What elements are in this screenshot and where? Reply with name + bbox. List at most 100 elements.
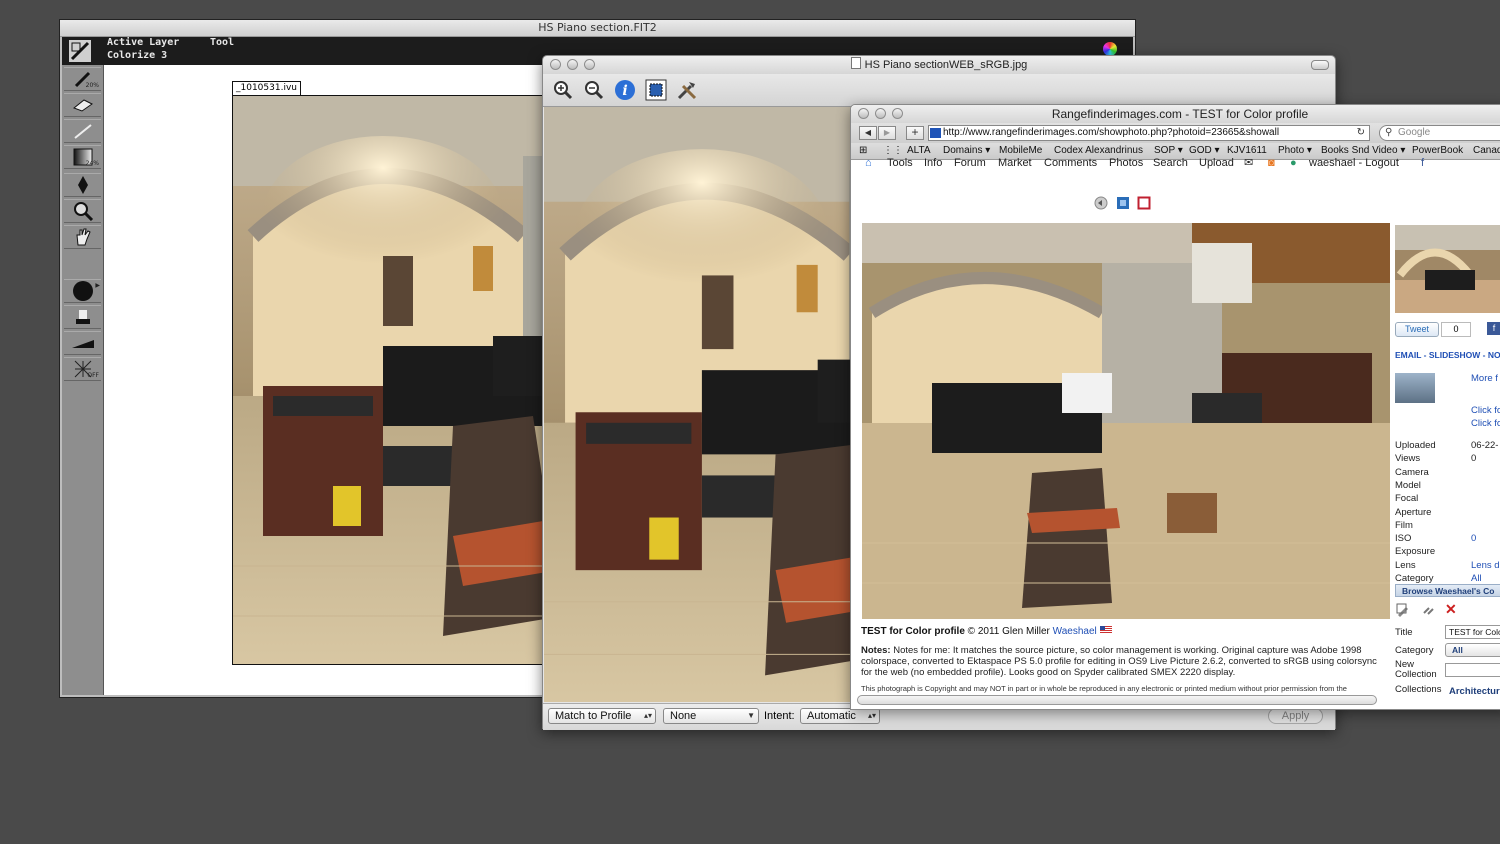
info-button[interactable]: i	[614, 79, 636, 101]
reload-icon[interactable]: ↻	[1357, 126, 1365, 140]
detail-value[interactable]: Lens d	[1471, 560, 1500, 571]
globe-icon[interactable]: ●	[1290, 158, 1297, 169]
browse-bar[interactable]: Browse Waeshael's Co	[1395, 584, 1500, 597]
zoom-button[interactable]	[584, 59, 595, 70]
eraser-tool[interactable]	[64, 93, 101, 117]
toolbar-toggle-button[interactable]	[1311, 60, 1329, 70]
address-field[interactable]: http://www.rangefinderimages.com/showpho…	[928, 125, 1370, 141]
gradient-tool[interactable]: 24%	[64, 145, 101, 169]
church-photo-main[interactable]	[862, 223, 1390, 619]
intent-select[interactable]: Automatic ▴▾	[800, 708, 880, 724]
detail-value: 06-22-	[1471, 440, 1499, 451]
nav-search[interactable]: Search	[1153, 158, 1188, 169]
facebook-share-icon[interactable]: f	[1487, 322, 1500, 335]
window-controls	[550, 59, 595, 70]
nav-upload[interactable]: Upload	[1199, 158, 1234, 169]
detail-label: Lens	[1395, 559, 1416, 571]
close-button[interactable]	[858, 108, 869, 119]
new-collection-input[interactable]	[1445, 663, 1500, 677]
horizontal-scrollbar[interactable]	[857, 695, 1377, 705]
search-field[interactable]: ⚲ Google	[1379, 125, 1500, 141]
prev-photo-button[interactable]	[1094, 196, 1108, 215]
apply-button[interactable]: Apply	[1268, 708, 1323, 724]
title-input[interactable]: TEST for Colo	[1445, 625, 1500, 639]
tweet-button[interactable]: Tweet	[1395, 322, 1439, 337]
select-button[interactable]	[645, 79, 667, 101]
copyright-line: © 2011 Glen Miller	[967, 626, 1050, 637]
color-circle-icon	[72, 281, 93, 301]
zoom-in-button[interactable]	[552, 79, 574, 101]
updown-icon: ▴▾	[867, 711, 876, 720]
back-button[interactable]: ◀	[859, 126, 877, 140]
facebook-icon[interactable]: f	[1421, 158, 1424, 169]
home-icon[interactable]: ⌂	[865, 158, 872, 169]
match-select[interactable]: Match to Profile ▴▾	[548, 708, 656, 724]
hand-tool[interactable]	[64, 225, 101, 249]
email-slideshow-link[interactable]: EMAIL - SLIDESHOW - NOT	[1395, 350, 1500, 360]
copyright-notice: This photograph is Copyright and may NOT…	[861, 684, 1347, 693]
profile-select[interactable]: None ▼	[663, 708, 759, 724]
brush-tool[interactable]: 20%	[64, 67, 101, 91]
dropper-tool[interactable]	[64, 173, 101, 197]
category-label: Category	[1395, 645, 1434, 656]
nav-forum[interactable]: Forum	[954, 158, 986, 169]
effects-state: OFF	[87, 372, 99, 379]
tweet-count: 0	[1441, 322, 1471, 337]
effects-tool[interactable]: OFF	[64, 357, 101, 381]
updown-icon: ▴▾	[643, 711, 652, 720]
detail-label: Camera	[1395, 466, 1429, 478]
rss-icon[interactable]: ◙	[1268, 158, 1275, 169]
pen-tool[interactable]	[64, 119, 101, 143]
nav-photos[interactable]: Photos	[1109, 158, 1143, 169]
nav-logout[interactable]: waeshael - Logout	[1309, 158, 1399, 169]
detail-value[interactable]: 0	[1471, 533, 1476, 544]
edit-icon[interactable]	[1396, 603, 1410, 622]
click-link-2[interactable]: Click fo	[1471, 418, 1500, 429]
square-icon	[1137, 196, 1151, 210]
close-button[interactable]	[550, 59, 561, 70]
forward-button[interactable]: ▶	[878, 126, 896, 140]
nav-tools[interactable]: Tools	[887, 158, 913, 169]
category-select[interactable]: All	[1445, 643, 1500, 657]
link-icon[interactable]	[1421, 603, 1437, 622]
nav-info[interactable]: Info	[924, 158, 942, 169]
delete-icon[interactable]: ✕	[1445, 601, 1457, 618]
color-swatch[interactable]: ▶	[64, 279, 101, 303]
detail-value[interactable]: All	[1471, 573, 1482, 584]
web-page: ⌂ Tools Info Forum Market Comments Photo…	[851, 158, 1500, 697]
envelope-icon[interactable]: ✉	[1244, 158, 1253, 169]
nav-market[interactable]: Market	[998, 158, 1032, 169]
search-placeholder: Google	[1398, 127, 1431, 138]
bookmark-item[interactable]: PowerBook	[1412, 143, 1463, 159]
info-icon: i	[615, 80, 635, 100]
zoom-out-button[interactable]	[583, 79, 605, 101]
preview-title: HS Piano sectionWEB_sRGB.jpg	[864, 59, 1028, 71]
zoom-tool[interactable]	[64, 199, 101, 223]
click-link-1[interactable]: Click fo	[1471, 405, 1500, 416]
nav-comments[interactable]: Comments	[1044, 158, 1097, 169]
select-icon	[645, 79, 667, 101]
minimize-button[interactable]	[567, 59, 578, 70]
adjust-button[interactable]	[676, 79, 698, 101]
author-link[interactable]: Waeshael	[1053, 626, 1097, 637]
zoom-button[interactable]	[892, 108, 903, 119]
collections-value[interactable]: Architecture	[1449, 686, 1500, 697]
new-collection-label: New Collection	[1395, 659, 1437, 680]
detail-label: Focal	[1395, 493, 1419, 505]
add-bookmark-button[interactable]: +	[906, 126, 924, 140]
forward-arrow-icon: ▶	[883, 128, 891, 137]
bookmark-item[interactable]: Canad	[1473, 143, 1500, 159]
slideshow-button[interactable]	[1116, 196, 1130, 215]
document-icon	[850, 57, 861, 69]
svg-text:i: i	[622, 83, 627, 99]
back-circle-icon	[1094, 196, 1108, 210]
user-avatar[interactable]	[1395, 373, 1435, 403]
minimize-button[interactable]	[875, 108, 886, 119]
stamp-tool[interactable]	[64, 305, 101, 329]
thumbnail-photo[interactable]	[1395, 225, 1500, 313]
slider-tool[interactable]	[64, 331, 101, 355]
more-link[interactable]: More f	[1471, 373, 1498, 384]
profile-select-value: None	[670, 710, 697, 722]
fullsize-button[interactable]	[1137, 196, 1151, 215]
livepicture-title: HS Piano section.FIT2	[60, 20, 1135, 37]
